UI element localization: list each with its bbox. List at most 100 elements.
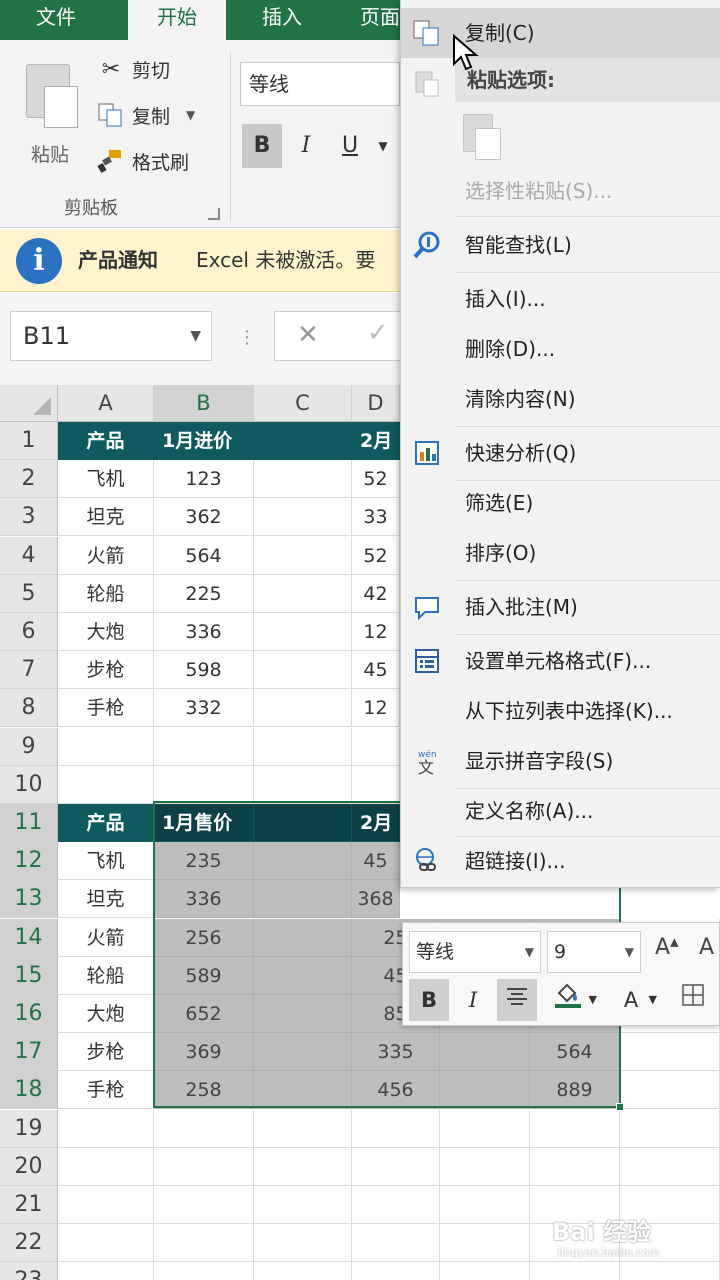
cell[interactable]: 轮船 xyxy=(58,574,154,613)
cell[interactable]: 手枪 xyxy=(58,1071,154,1110)
cell[interactable] xyxy=(530,1109,620,1148)
row-header[interactable]: 15 xyxy=(0,956,58,995)
cell[interactable] xyxy=(440,1224,530,1263)
cell[interactable] xyxy=(154,727,254,766)
cell[interactable]: 12 xyxy=(352,613,400,651)
cell[interactable] xyxy=(58,1186,154,1224)
cell[interactable]: 362 xyxy=(154,498,254,537)
menu-item-delete[interactable]: 删除(D)... xyxy=(401,324,720,374)
cell[interactable] xyxy=(620,1033,720,1072)
row-header[interactable]: 10 xyxy=(0,765,58,804)
cell[interactable] xyxy=(254,765,352,804)
menu-item-clear-contents[interactable]: 清除内容(N) xyxy=(401,374,720,424)
italic-button[interactable]: I xyxy=(286,124,326,168)
cell[interactable] xyxy=(254,1109,352,1148)
column-header-d[interactable]: D xyxy=(352,385,400,422)
enter-icon[interactable]: ✓ xyxy=(367,318,389,348)
cell[interactable] xyxy=(254,536,352,575)
cell[interactable]: 33 xyxy=(352,498,400,537)
cell[interactable]: 产品 xyxy=(58,422,154,460)
cell[interactable] xyxy=(58,1147,154,1186)
borders-icon[interactable] xyxy=(673,979,713,1021)
cell[interactable] xyxy=(254,422,352,460)
cell[interactable] xyxy=(352,1262,440,1280)
name-box[interactable]: B11 ▼ xyxy=(10,311,212,361)
column-header-a[interactable]: A xyxy=(58,385,154,422)
mini-font-size-box[interactable]: 9 ▼ xyxy=(547,931,641,973)
cell[interactable] xyxy=(440,1109,530,1148)
row-header[interactable]: 12 xyxy=(0,842,58,881)
select-all-corner[interactable] xyxy=(0,385,58,422)
cell[interactable]: 45 xyxy=(352,651,400,690)
cell[interactable]: 225 xyxy=(154,574,254,613)
row-header[interactable]: 19 xyxy=(0,1109,58,1148)
cell[interactable] xyxy=(440,1186,530,1224)
cell[interactable] xyxy=(440,1262,530,1280)
cell[interactable] xyxy=(254,689,352,728)
cell[interactable] xyxy=(254,651,352,690)
row-header[interactable]: 5 xyxy=(0,574,58,613)
cell[interactable]: 坦克 xyxy=(58,880,154,919)
underline-button[interactable]: U xyxy=(330,124,370,168)
cell[interactable] xyxy=(58,1224,154,1263)
chevron-down-icon[interactable]: ▼ xyxy=(190,312,201,360)
cell[interactable] xyxy=(620,1147,720,1186)
chevron-down-icon[interactable]: ▼ xyxy=(186,108,195,122)
row-header[interactable]: 20 xyxy=(0,1147,58,1186)
cell[interactable] xyxy=(620,1071,720,1110)
cell[interactable] xyxy=(254,498,352,537)
mini-font-name-box[interactable]: 等线 ▼ xyxy=(409,931,541,973)
cell[interactable]: 598 xyxy=(154,651,254,690)
cell[interactable]: 336 xyxy=(154,613,254,651)
row-header[interactable]: 14 xyxy=(0,918,58,957)
cell[interactable]: 12 xyxy=(352,689,400,728)
cell[interactable] xyxy=(352,1109,440,1148)
row-header[interactable]: 8 xyxy=(0,689,58,728)
cell[interactable]: 52 xyxy=(352,460,400,499)
row-header[interactable]: 6 xyxy=(0,613,58,651)
cell[interactable]: 步枪 xyxy=(58,1033,154,1072)
cell[interactable] xyxy=(352,1224,440,1263)
row-header[interactable]: 4 xyxy=(0,536,58,575)
row-header[interactable]: 9 xyxy=(0,727,58,766)
chevron-down-icon[interactable]: ▼ xyxy=(625,932,634,972)
menu-item-show-phonetic[interactable]: wén 文 显示拼音字段(S) xyxy=(401,736,720,786)
cell[interactable]: 123 xyxy=(154,460,254,499)
dialog-launcher-icon[interactable] xyxy=(208,208,220,220)
cell[interactable]: 步枪 xyxy=(58,651,154,690)
cell[interactable]: 大炮 xyxy=(58,995,154,1033)
underline-dropdown-icon[interactable]: ▼ xyxy=(370,124,396,168)
cell[interactable] xyxy=(254,1224,352,1263)
cell[interactable]: 飞机 xyxy=(58,460,154,499)
tab-file[interactable]: 文件 xyxy=(0,0,112,40)
fill-handle[interactable] xyxy=(616,1103,624,1111)
row-header[interactable]: 13 xyxy=(0,880,58,919)
mini-italic-button[interactable]: I xyxy=(453,979,493,1021)
cell[interactable]: 52 xyxy=(352,536,400,575)
cell[interactable] xyxy=(154,1224,254,1263)
cell[interactable] xyxy=(254,613,352,651)
row-header[interactable]: 2 xyxy=(0,460,58,499)
menu-item-quick-analysis[interactable]: 快速分析(Q) xyxy=(401,428,720,478)
copy-button[interactable]: 复制 ▼ xyxy=(96,96,195,134)
cell[interactable] xyxy=(254,574,352,613)
cell[interactable] xyxy=(352,1147,440,1186)
tab-insert[interactable]: 插入 xyxy=(236,0,328,40)
cell[interactable]: 大炮 xyxy=(58,613,154,651)
cell[interactable] xyxy=(154,1186,254,1224)
fill-color-icon[interactable]: ▼ xyxy=(543,979,597,1021)
cut-button[interactable]: ✂ 剪切 xyxy=(96,50,170,88)
menu-item-format-cells[interactable]: 设置单元格格式(F)... xyxy=(401,636,720,686)
cell[interactable]: 飞机 xyxy=(58,842,154,881)
column-header-b[interactable]: B xyxy=(154,385,254,422)
cell[interactable] xyxy=(352,1186,440,1224)
mini-bold-button[interactable]: B xyxy=(409,979,449,1021)
cell[interactable]: 坦克 xyxy=(58,498,154,537)
cell[interactable] xyxy=(254,1262,352,1280)
cell[interactable] xyxy=(352,727,400,766)
row-header[interactable]: 11 xyxy=(0,804,58,842)
cell[interactable]: 火箭 xyxy=(58,536,154,575)
cancel-icon[interactable]: ✕ xyxy=(297,320,319,350)
row-header[interactable]: 3 xyxy=(0,498,58,537)
menu-item-insert[interactable]: 插入(I)... xyxy=(401,274,720,324)
